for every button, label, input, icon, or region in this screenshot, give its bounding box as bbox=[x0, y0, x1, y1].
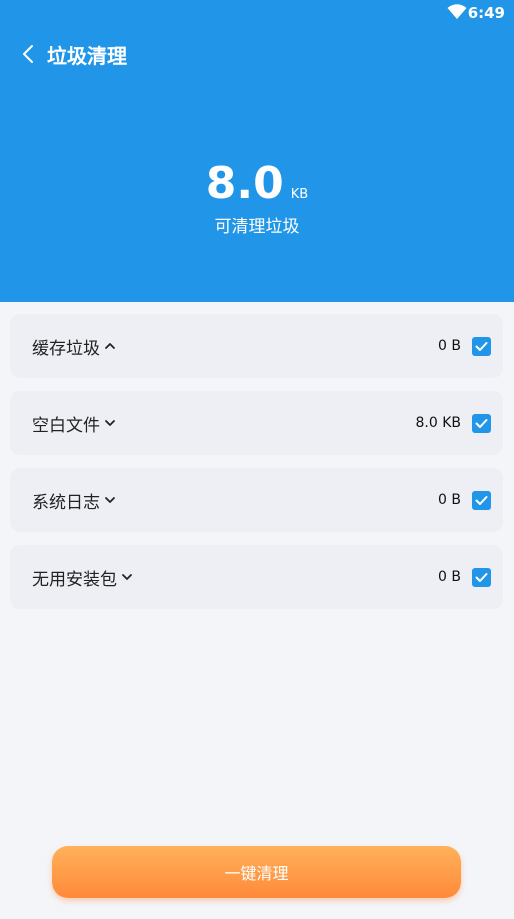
category-size: 8.0 KB bbox=[415, 415, 462, 431]
category-checkbox[interactable] bbox=[472, 336, 491, 356]
category-row-empty-files[interactable]: 空白文件 8.0 KB bbox=[10, 391, 503, 455]
junk-category-list: 缓存垃圾 0 B 空白文件 8.0 KB 系统日志 0 B 无用安装包 0 B bbox=[10, 314, 503, 622]
category-size: 0 B bbox=[438, 338, 461, 354]
category-label: 空白文件 bbox=[32, 415, 100, 436]
category-label: 缓存垃圾 bbox=[32, 338, 100, 359]
status-time: 6:49 bbox=[467, 4, 505, 22]
header-banner: 6:49 垃圾清理 8.0 KB 可清理垃圾 bbox=[0, 0, 514, 302]
chevron-down-icon[interactable] bbox=[104, 495, 116, 505]
junk-size-value: 8.0 bbox=[205, 158, 284, 209]
back-button[interactable] bbox=[14, 42, 42, 70]
category-label: 系统日志 bbox=[32, 492, 100, 513]
category-checkbox[interactable] bbox=[472, 413, 491, 433]
one-click-clean-button[interactable]: 一键清理 bbox=[52, 846, 461, 898]
status-bar: 6:49 bbox=[0, 0, 514, 28]
category-row-system-logs[interactable]: 系统日志 0 B bbox=[10, 468, 503, 532]
chevron-up-icon[interactable] bbox=[104, 341, 116, 351]
category-size: 0 B bbox=[438, 569, 461, 585]
wifi-icon bbox=[447, 4, 467, 24]
junk-summary: 8.0 KB 可清理垃圾 bbox=[0, 158, 514, 237]
category-checkbox[interactable] bbox=[472, 490, 491, 510]
chevron-left-icon bbox=[22, 44, 34, 68]
nav-bar: 垃圾清理 bbox=[0, 38, 514, 74]
page-title: 垃圾清理 bbox=[47, 44, 127, 68]
category-checkbox[interactable] bbox=[472, 567, 491, 587]
category-size: 0 B bbox=[438, 492, 461, 508]
category-row-cache[interactable]: 缓存垃圾 0 B bbox=[10, 314, 503, 378]
category-row-unused-packages[interactable]: 无用安装包 0 B bbox=[10, 545, 503, 609]
junk-size-unit: KB bbox=[290, 187, 309, 202]
junk-size-label: 可清理垃圾 bbox=[214, 217, 300, 237]
category-label: 无用安装包 bbox=[32, 569, 117, 590]
chevron-down-icon[interactable] bbox=[121, 572, 133, 582]
chevron-down-icon[interactable] bbox=[104, 418, 116, 428]
